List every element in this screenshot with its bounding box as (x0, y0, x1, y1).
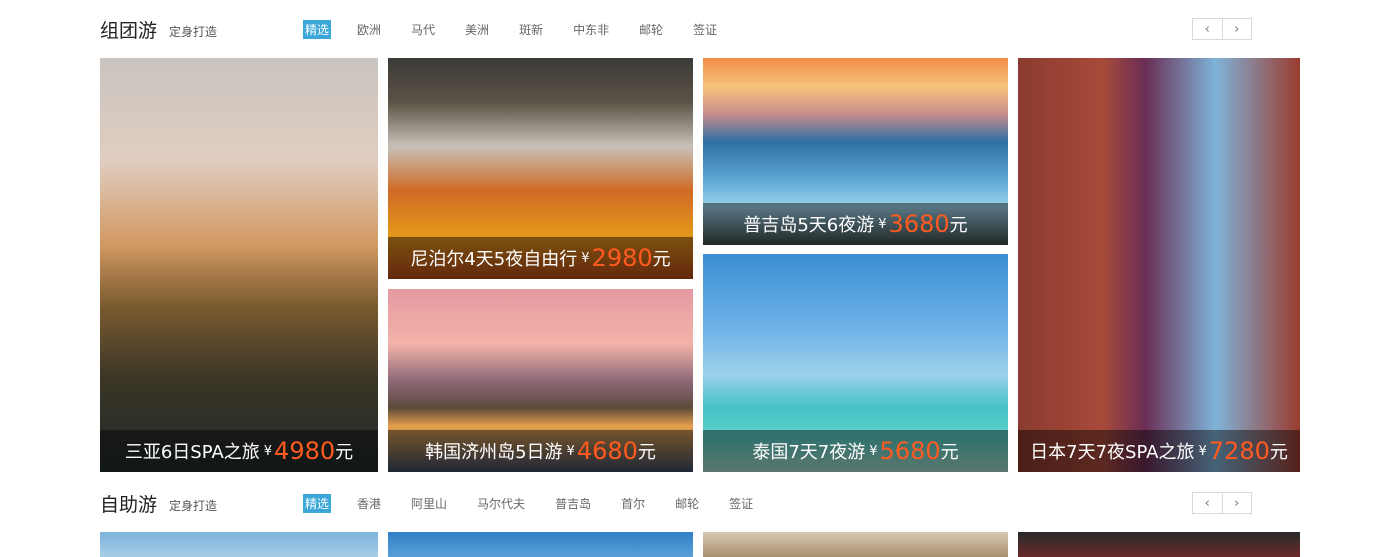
currency-symbol: ¥ (878, 216, 887, 232)
tab-europe[interactable]: 欧洲 (357, 21, 381, 38)
tab-bar-self-guided: 精选 香港 阿里山 马尔代夫 普吉岛 首尔 邮轮 签证 (303, 494, 753, 513)
tour-image (703, 532, 1008, 557)
tour-card-sanya[interactable]: 三亚6日SPA之旅 ¥4980 元 (100, 58, 378, 472)
tour-image (100, 532, 378, 557)
tour-card-thailand[interactable]: 泰国7天7夜游 ¥5680 元 (703, 254, 1008, 472)
tour-card-phuket[interactable]: 普吉岛5天6夜游 ¥3680 元 (703, 58, 1008, 245)
section-title-self-guided: 自助游 (100, 494, 158, 516)
tab-featured[interactable]: 精选 (303, 494, 332, 513)
tour-card-nepal[interactable]: 尼泊尔4天5夜自由行 ¥2980 元 (388, 58, 693, 279)
section-subtitle: 定身打造 (169, 499, 218, 513)
tour-price: 2980 (591, 244, 653, 272)
currency-symbol: ¥ (869, 443, 878, 459)
tab-seoul[interactable]: 首尔 (621, 495, 645, 512)
tour-name: 韩国济州岛5日游 (425, 442, 563, 463)
currency-symbol: ¥ (1198, 443, 1207, 459)
tab-visa[interactable]: 签证 (693, 21, 717, 38)
price-unit: 元 (335, 442, 354, 463)
price-unit: 元 (652, 249, 671, 270)
carousel-pager: ‹ › (1192, 492, 1252, 514)
tour-caption: 尼泊尔4天5夜自由行 ¥2980 元 (388, 237, 693, 279)
tour-name: 泰国7天7夜游 (752, 442, 866, 463)
tour-caption: 泰国7天7夜游 ¥5680 元 (703, 430, 1008, 472)
tour-card[interactable] (703, 532, 1008, 557)
tour-caption: 韩国济州岛5日游 ¥4680 元 (388, 430, 693, 472)
tab-phuket[interactable]: 普吉岛 (555, 495, 591, 512)
tab-visa[interactable]: 签证 (729, 495, 753, 512)
tab-aus-nz[interactable]: 斑新 (519, 21, 543, 38)
tour-price: 5680 (879, 437, 941, 465)
next-button[interactable]: › (1221, 493, 1252, 513)
tour-price: 4680 (576, 437, 638, 465)
tab-americas[interactable]: 美洲 (465, 21, 489, 38)
price-unit: 元 (1269, 442, 1288, 463)
tour-card[interactable] (1018, 532, 1300, 557)
tour-price: 3680 (888, 210, 950, 238)
chevron-left-icon: ‹ (1204, 21, 1210, 37)
section-subtitle: 定身打造 (169, 25, 218, 39)
tour-caption: 日本7天7夜SPA之旅 ¥7280 元 (1018, 430, 1300, 472)
chevron-left-icon: ‹ (1204, 495, 1210, 511)
tour-card[interactable] (100, 532, 378, 557)
next-button[interactable]: › (1221, 19, 1252, 39)
tour-image (100, 58, 378, 472)
price-unit: 元 (637, 442, 656, 463)
tab-maldives[interactable]: 马尔代夫 (477, 495, 525, 512)
price-unit: 元 (949, 215, 968, 236)
currency-symbol: ¥ (581, 250, 590, 266)
tour-price: 4980 (274, 437, 336, 465)
tour-card[interactable] (388, 532, 693, 557)
tour-caption: 普吉岛5天6夜游 ¥3680 元 (703, 203, 1008, 245)
tab-alishan[interactable]: 阿里山 (411, 495, 447, 512)
carousel-pager: ‹ › (1192, 18, 1252, 40)
tab-maldives[interactable]: 马代 (411, 21, 435, 38)
tour-price: 7280 (1208, 437, 1270, 465)
tour-image (1018, 532, 1300, 557)
tour-image (1018, 58, 1300, 472)
section-title-group-tour: 组团游 (100, 20, 158, 42)
tab-featured[interactable]: 精选 (303, 20, 332, 39)
tour-caption: 三亚6日SPA之旅 ¥4980 元 (100, 430, 378, 472)
currency-symbol: ¥ (263, 443, 273, 459)
tour-card-japan[interactable]: 日本7天7夜SPA之旅 ¥7280 元 (1018, 58, 1300, 472)
tour-card-jeju[interactable]: 韩国济州岛5日游 ¥4680 元 (388, 289, 693, 472)
tab-hongkong[interactable]: 香港 (357, 495, 381, 512)
tour-name: 日本7天7夜SPA之旅 (1030, 442, 1195, 463)
tab-cruise[interactable]: 邮轮 (675, 495, 699, 512)
prev-button[interactable]: ‹ (1193, 493, 1222, 513)
tour-name: 尼泊尔4天5夜自由行 (410, 249, 578, 270)
tab-bar-group-tour: 精选 欧洲 马代 美洲 斑新 中东非 邮轮 签证 (303, 20, 717, 39)
chevron-right-icon: › (1234, 495, 1240, 511)
prev-button[interactable]: ‹ (1193, 19, 1222, 39)
tour-name: 普吉岛5天6夜游 (743, 215, 875, 236)
tab-middle-east-africa[interactable]: 中东非 (573, 21, 609, 38)
tour-name: 三亚6日SPA之旅 (124, 442, 260, 463)
chevron-right-icon: › (1234, 21, 1240, 37)
tour-image (388, 532, 693, 557)
price-unit: 元 (940, 442, 959, 463)
tab-cruise[interactable]: 邮轮 (639, 21, 663, 38)
currency-symbol: ¥ (566, 443, 575, 459)
